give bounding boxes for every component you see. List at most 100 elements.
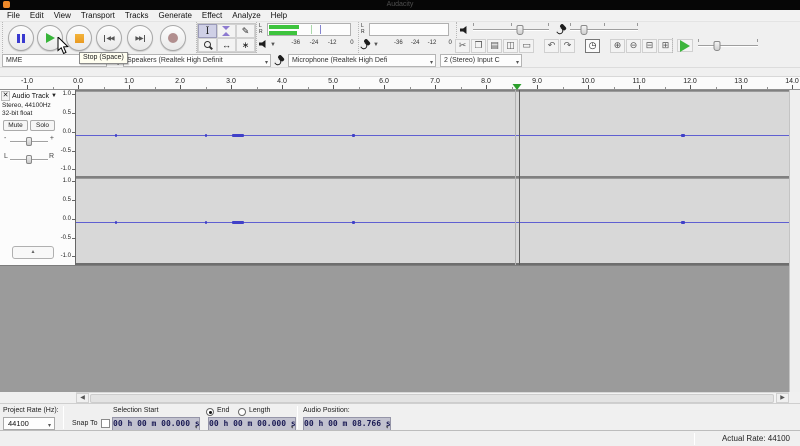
waveform-area[interactable] [76, 90, 789, 265]
trim-button[interactable]: ◫ [503, 39, 518, 53]
undo-button[interactable]: ↶ [544, 39, 559, 53]
toolbar-row: ◀◀ ▶▶ I ✎ ↔ ∗ L R [0, 22, 800, 53]
recording-channels-dropdown[interactable]: 2 (Stereo) Input C▾ [440, 54, 522, 67]
menu-help[interactable]: Help [266, 10, 292, 22]
paste-icon: ▤ [490, 40, 499, 51]
menu-generate[interactable]: Generate [154, 10, 197, 22]
scroll-left-button[interactable]: ◀ [76, 393, 89, 403]
length-radio[interactable] [238, 408, 246, 416]
ruler-label: -1.0 [21, 78, 33, 85]
output-volume-icon [460, 26, 469, 34]
menu-effect[interactable]: Effect [197, 10, 227, 22]
playback-device-dropdown[interactable]: Speakers (Realtek High Definit▾ [123, 54, 271, 67]
end-radio[interactable] [206, 408, 214, 416]
fit-project-button[interactable]: ⊞ [658, 39, 673, 53]
ruler-label: 13.0 [734, 78, 748, 85]
pan-slider[interactable]: L R [4, 152, 54, 165]
draw-tool-button[interactable]: ✎ [236, 24, 255, 38]
gain-slider[interactable]: - + [4, 134, 54, 147]
redo-button[interactable]: ↷ [560, 39, 575, 53]
playback-meter-dropdown-icon[interactable]: ▼ [270, 42, 276, 48]
horizontal-scrollbar[interactable]: ◀ ▶ [76, 392, 789, 403]
menu-analyze[interactable]: Analyze [227, 10, 265, 22]
project-rate-dropdown[interactable]: 44100▾ [3, 417, 55, 430]
meter-right-label: R [259, 30, 263, 35]
track-collapse-button[interactable]: ▴ [12, 246, 54, 259]
waveform-blip [205, 221, 207, 224]
pan-left-label: L [4, 153, 8, 160]
solo-button[interactable]: Solo [30, 120, 55, 131]
timeline-ruler[interactable]: -1.00.01.02.03.04.05.06.07.08.09.010.011… [0, 76, 800, 90]
selection-tool-icon: I [206, 27, 210, 36]
selection-start-timebox[interactable]: 00 h 00 m 00.000 s▾ [112, 417, 200, 431]
playback-device-value: Speakers (Realtek High Definit [127, 57, 223, 64]
recording-meter[interactable]: L R ▼ -36-24-120 [358, 22, 452, 53]
menu-transport[interactable]: Transport [76, 10, 120, 22]
gain-max-label: + [50, 135, 54, 142]
microphone-icon[interactable] [361, 39, 371, 49]
play-at-speed-button[interactable] [677, 39, 693, 52]
menu-tracks[interactable]: Tracks [120, 10, 154, 22]
audio-position-timebox[interactable]: 00 h 00 m 08.766 s▾ [303, 417, 391, 431]
stop-button-tooltip: Stop (Space) [79, 52, 128, 64]
cut-button[interactable]: ✂ [455, 39, 470, 53]
menu-edit[interactable]: Edit [25, 10, 49, 22]
envelope-tool-button[interactable] [217, 24, 236, 38]
playback-speed-thumb[interactable] [714, 41, 721, 51]
selection-tool-button[interactable]: I [198, 24, 217, 38]
scroll-right-button[interactable]: ▶ [776, 393, 789, 403]
skip-to-start-button[interactable]: ◀◀ [96, 25, 122, 51]
playback-speed-slider[interactable] [698, 39, 758, 52]
speaker-icon[interactable] [259, 40, 268, 48]
ruler-label: 0.0 [73, 78, 83, 85]
pause-button[interactable] [8, 25, 34, 51]
menu-view[interactable]: View [49, 10, 76, 22]
selection-end-timebox[interactable]: 00 h 00 m 00.000 s▾ [208, 417, 296, 431]
track-close-button[interactable]: ✕ [1, 91, 10, 101]
title-bar[interactable]: Audacity [0, 0, 800, 10]
stop-button[interactable] [66, 25, 92, 51]
menu-file[interactable]: File [2, 10, 25, 22]
timeshift-tool-button[interactable]: ↔ [217, 38, 236, 52]
recording-device-dropdown[interactable]: Microphone (Realtek High Defi▾ [288, 54, 436, 67]
input-volume-icon [557, 24, 567, 34]
sync-lock-button[interactable]: ◷ [585, 39, 600, 53]
output-volume-thumb[interactable] [517, 25, 524, 35]
cut-icon: ✂ [459, 40, 467, 51]
waveform-channel-left[interactable] [76, 91, 789, 176]
draw-tool-icon: ✎ [242, 26, 250, 37]
gain-thumb[interactable] [26, 137, 32, 146]
silence-button[interactable]: ▭ [519, 39, 534, 53]
silence-icon: ▭ [522, 40, 531, 51]
transport-toolbar: ◀◀ ▶▶ [2, 22, 192, 53]
paste-button[interactable]: ▤ [487, 39, 502, 53]
track-title[interactable]: Audio Track [12, 93, 49, 100]
mute-button[interactable]: Mute [3, 120, 28, 131]
window-title: Audacity [387, 1, 414, 8]
input-volume-thumb[interactable] [581, 25, 588, 35]
multi-tool-button[interactable]: ∗ [236, 38, 255, 52]
waveform-blip [352, 134, 355, 137]
waveform-blip [232, 134, 244, 137]
zoom-in-button[interactable]: ⊕ [610, 39, 625, 53]
snap-to-checkbox[interactable] [101, 419, 110, 428]
copy-icon: ❐ [474, 40, 482, 51]
track-menu-caret-icon[interactable]: ▼ [51, 93, 57, 99]
waveform-channel-right[interactable] [76, 178, 789, 263]
zoom-out-button[interactable]: ⊖ [626, 39, 641, 53]
playback-meter[interactable]: L R ▼ -36-24-120 [256, 22, 356, 53]
output-volume-slider[interactable] [473, 23, 549, 36]
fit-selection-button[interactable]: ⊟ [642, 39, 657, 53]
multi-tool-icon: ∗ [242, 40, 250, 51]
zoom-tool-button[interactable] [198, 38, 217, 52]
record-button[interactable] [160, 25, 186, 51]
skip-to-end-button[interactable]: ▶▶ [127, 25, 153, 51]
input-volume-slider[interactable] [570, 23, 638, 36]
pan-thumb[interactable] [26, 155, 32, 164]
scrollbar-thumb[interactable] [90, 394, 774, 403]
recording-meter-dropdown-icon[interactable]: ▼ [373, 42, 379, 48]
ruler-label: 7.0 [430, 78, 440, 85]
copy-button[interactable]: ❐ [471, 39, 486, 53]
vertical-scrollbar[interactable] [789, 90, 800, 392]
edit-toolbar: ✂❐▤◫▭↶↷◷⊕⊖⊟⊞ [452, 38, 668, 53]
